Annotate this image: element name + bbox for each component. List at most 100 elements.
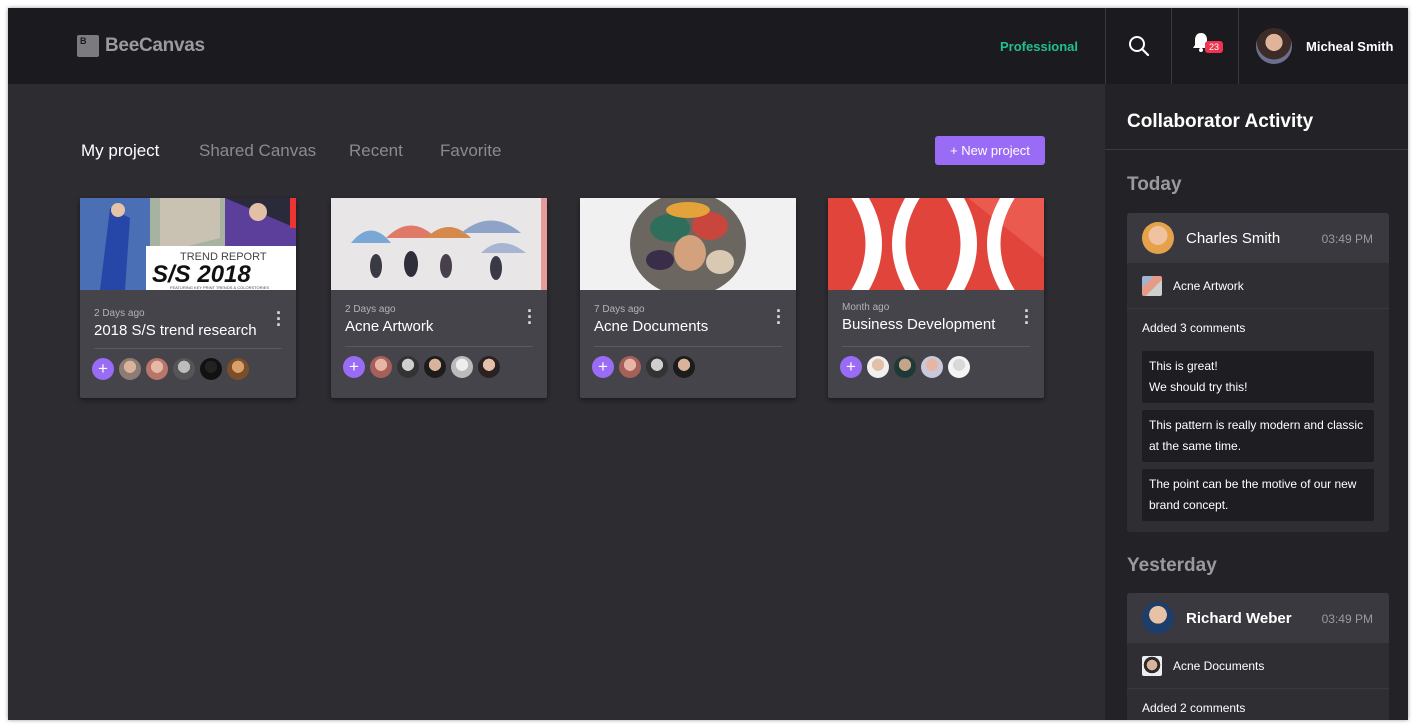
project-card[interactable]: TREND REPORT S/S 2018 FEATURING KEY PRIN… xyxy=(80,198,296,398)
divider xyxy=(1105,149,1408,150)
members-list: + xyxy=(343,356,505,378)
comment[interactable]: This pattern is really modern and classi… xyxy=(1142,410,1374,462)
avatar[interactable] xyxy=(948,356,970,378)
avatar[interactable] xyxy=(119,358,141,380)
avatar xyxy=(1256,28,1292,64)
activity-time: 03:49 PM xyxy=(1321,232,1373,246)
avatar[interactable] xyxy=(146,358,168,380)
avatar[interactable] xyxy=(646,356,668,378)
tab-favorite[interactable]: Favorite xyxy=(440,141,501,161)
members-list: + xyxy=(92,358,254,380)
tab-shared-canvas[interactable]: Shared Canvas xyxy=(199,141,316,161)
new-project-button[interactable]: + New project xyxy=(935,136,1045,165)
activity-item[interactable]: Charles Smith 03:49 PM Acne Artwork Adde… xyxy=(1127,213,1389,532)
project-title: 2018 S/S trend research xyxy=(94,322,257,339)
more-options-icon[interactable]: · · · xyxy=(276,304,282,334)
notification-badge: 23 xyxy=(1205,41,1224,53)
logo-icon: B xyxy=(77,35,99,57)
avatar[interactable] xyxy=(397,356,419,378)
svg-text:FEATURING KEY PRINT TRENDS & C: FEATURING KEY PRINT TRENDS & COLORSTORIE… xyxy=(170,285,269,290)
logo-text: BeeCanvas xyxy=(105,35,205,56)
user-name: Micheal Smith xyxy=(1306,38,1394,54)
activity-header: Richard Weber 03:49 PM xyxy=(1127,593,1389,643)
avatar[interactable] xyxy=(200,358,222,380)
trend-report-image: TREND REPORT S/S 2018 FEATURING KEY PRIN… xyxy=(80,198,296,290)
app-window: B BeeCanvas Professional 23 Micheal Smit… xyxy=(8,8,1408,720)
avatar[interactable] xyxy=(921,356,943,378)
user-menu[interactable]: Micheal Smith xyxy=(1240,8,1408,84)
search-button[interactable] xyxy=(1106,8,1171,84)
avatar[interactable] xyxy=(619,356,641,378)
add-member-button[interactable]: + xyxy=(343,356,365,378)
project-time: 2 Days ago xyxy=(345,304,396,315)
activity-file[interactable]: Acne Artwork xyxy=(1127,263,1389,309)
section-yesterday: Yesterday xyxy=(1127,555,1217,576)
plan-label[interactable]: Professional xyxy=(1000,39,1078,54)
divider xyxy=(94,348,282,349)
activity-header: Charles Smith 03:49 PM xyxy=(1127,213,1389,263)
add-member-button[interactable]: + xyxy=(92,358,114,380)
red-logo-pattern-image xyxy=(828,198,1044,290)
divider xyxy=(345,346,533,347)
project-title: Acne Artwork xyxy=(345,318,434,335)
collaborator-name[interactable]: Richard Weber xyxy=(1186,610,1292,627)
activity-summary: Added 2 comments xyxy=(1142,701,1246,715)
project-time: 2 Days ago xyxy=(94,308,145,319)
logo[interactable]: B BeeCanvas xyxy=(77,35,205,57)
project-time: Month ago xyxy=(842,302,890,313)
avatar[interactable] xyxy=(370,356,392,378)
add-member-button[interactable]: + xyxy=(840,356,862,378)
avatar[interactable] xyxy=(478,356,500,378)
avatar[interactable] xyxy=(227,358,249,380)
comment[interactable]: This is great! We should try this! xyxy=(1142,351,1374,403)
avatar[interactable] xyxy=(867,356,889,378)
header-divider xyxy=(1238,8,1239,84)
members-list: + xyxy=(840,356,975,378)
file-thumbnail-icon xyxy=(1142,275,1162,296)
members-list: + xyxy=(592,356,700,378)
project-thumbnail xyxy=(828,198,1044,290)
avatar[interactable] xyxy=(173,358,195,380)
divider xyxy=(842,346,1030,347)
project-card[interactable]: 7 Days ago Acne Documents · · · + xyxy=(580,198,796,398)
project-title: Business Development xyxy=(842,316,996,333)
panel-title: Collaborator Activity xyxy=(1127,111,1314,132)
more-options-icon[interactable]: · · · xyxy=(1024,302,1030,332)
activity-time: 03:49 PM xyxy=(1321,612,1373,626)
more-options-icon[interactable]: · · · xyxy=(776,302,782,332)
top-header: B BeeCanvas Professional 23 Micheal Smit… xyxy=(8,8,1408,84)
avatar[interactable] xyxy=(451,356,473,378)
umbrella-painting-image xyxy=(331,198,547,290)
project-card[interactable]: Month ago Business Development · · · + xyxy=(828,198,1044,398)
avatar[interactable] xyxy=(424,356,446,378)
svg-text:S/S 2018: S/S 2018 xyxy=(152,261,251,288)
section-today: Today xyxy=(1127,174,1182,195)
activity-summary: Added 3 comments xyxy=(1142,321,1246,335)
avatar[interactable] xyxy=(673,356,695,378)
activity-item[interactable]: Richard Weber 03:49 PM Acne Documents Ad… xyxy=(1127,593,1389,720)
abstract-face-image xyxy=(580,198,796,290)
notifications-button[interactable]: 23 xyxy=(1172,8,1238,84)
activity-file[interactable]: Acne Documents xyxy=(1127,643,1389,689)
project-thumbnail: TREND REPORT S/S 2018 FEATURING KEY PRIN… xyxy=(80,198,296,290)
project-thumbnail xyxy=(580,198,796,290)
collaborator-name[interactable]: Charles Smith xyxy=(1186,230,1280,247)
project-card[interactable]: 2 Days ago Acne Artwork · · · + xyxy=(331,198,547,398)
tab-my-project[interactable]: My project xyxy=(81,141,159,161)
avatar[interactable] xyxy=(1142,222,1174,254)
avatar[interactable] xyxy=(894,356,916,378)
file-thumbnail-icon xyxy=(1142,655,1162,676)
file-name: Acne Documents xyxy=(1173,658,1265,673)
tab-recent[interactable]: Recent xyxy=(349,141,403,161)
project-title: Acne Documents xyxy=(594,318,709,335)
add-member-button[interactable]: + xyxy=(592,356,614,378)
search-icon xyxy=(1128,36,1149,57)
more-options-icon[interactable]: · · · xyxy=(527,302,533,332)
collaborator-activity-panel: Collaborator Activity Today Charles Smit… xyxy=(1105,84,1408,720)
avatar[interactable] xyxy=(1142,602,1174,634)
comment[interactable]: The point can be the motive of our new b… xyxy=(1142,469,1374,521)
project-thumbnail xyxy=(331,198,547,290)
divider xyxy=(594,346,782,347)
file-name: Acne Artwork xyxy=(1173,278,1244,293)
project-time: 7 Days ago xyxy=(594,304,645,315)
